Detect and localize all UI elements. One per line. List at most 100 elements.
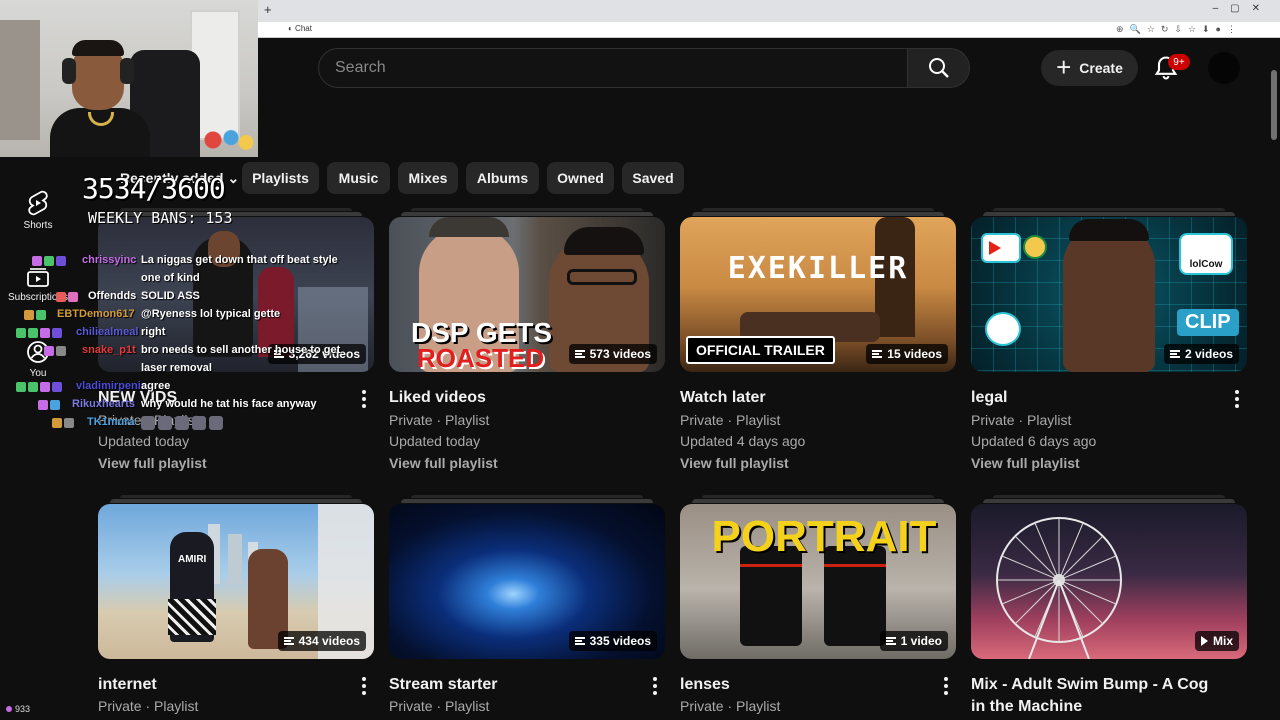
create-label: Create <box>1079 60 1123 76</box>
thumbnail-text: OFFICIAL TRAILER <box>686 336 835 364</box>
browser-chat-button[interactable]: ◐ Chat <box>288 24 618 33</box>
chat-message: EBTDemon617 @Ryeness lol typical gette <box>24 308 360 326</box>
chip-mixes[interactable]: Mixes <box>398 162 458 194</box>
new-tab-icon[interactable]: + <box>264 2 272 17</box>
stream-counter: 3534/3600 <box>82 172 226 205</box>
playlist-updated: Updated 4 days ago <box>680 433 806 449</box>
video-count: 573 videos <box>568 344 657 364</box>
browser-toolbar: ⊕🔍☆↻⇩☆⬇●⋮ ◐ Chat <box>258 22 1280 38</box>
page-scrollbar[interactable] <box>1270 40 1278 720</box>
chip-owned[interactable]: Owned <box>547 162 614 194</box>
thumbnail-text: CLIP <box>1177 309 1239 336</box>
window-controls[interactable]: –▢✕ <box>1213 3 1272 14</box>
view-full-playlist-link[interactable]: View full playlist <box>389 455 498 471</box>
playlist-meta: Private · Playlist <box>389 412 490 428</box>
chat-message: TK1mura <box>30 416 360 434</box>
playlist-thumbnail[interactable]: Mix <box>971 504 1247 659</box>
playlist-meta: Private · Playlist <box>971 412 1072 428</box>
playlist-icon <box>283 637 294 645</box>
playlist-icon <box>872 350 883 358</box>
avatar[interactable] <box>1208 52 1240 84</box>
chat-message-cont: one of kind <box>141 272 200 284</box>
playlist-title[interactable]: Mix - Adult Swim Bump - A Cog in the Mac… <box>971 674 1221 718</box>
playlist-card-internet[interactable]: AMIRI 434 videos internet Private · Play… <box>98 495 374 714</box>
playlist-updated: Updated today <box>389 433 481 449</box>
chip-albums[interactable]: Albums <box>466 162 539 194</box>
thumbnail-text: lolCow <box>1179 233 1233 275</box>
notification-badge: 9+ <box>1168 54 1190 70</box>
playlist-card-mix[interactable]: Mix Mix - Adult Swim Bump - A Cog in the… <box>971 495 1247 715</box>
thumbnail-text: EXEKILLER <box>727 251 909 286</box>
playlist-title[interactable]: Watch later <box>680 387 930 409</box>
playlist-card-legal[interactable]: lolCow CLIP 2 videos legal Private · Pla… <box>971 208 1247 471</box>
plus-icon: + <box>1056 51 1072 82</box>
playlist-thumbnail[interactable]: AMIRI 434 videos <box>98 504 374 659</box>
video-count: 335 videos <box>568 631 657 651</box>
playlist-thumbnail[interactable]: DSP GETS ROASTED 573 videos <box>389 217 665 372</box>
playlist-thumbnail[interactable]: PORTRAIT 1 video <box>680 504 956 659</box>
playlist-meta: Private · Playlist <box>680 412 781 428</box>
sidebar-label-shorts: Shorts <box>23 220 53 231</box>
thumbnail-text: AMIRI <box>178 554 207 565</box>
emote-row <box>141 416 223 430</box>
playlist-updated: Updated today <box>98 433 190 449</box>
more-options-icon[interactable] <box>936 676 956 696</box>
screen: + –▢✕ ⊕🔍☆↻⇩☆⬇●⋮ ◐ Chat + Create 9+ Short… <box>0 0 1280 720</box>
chip-music[interactable]: Music <box>327 162 390 194</box>
viewer-count: 933 <box>6 704 30 714</box>
playlist-thumbnail[interactable]: lolCow CLIP 2 videos <box>971 217 1247 372</box>
search-button[interactable] <box>907 48 970 88</box>
view-full-playlist-link[interactable]: View full playlist <box>98 455 207 471</box>
browser-tool-icons[interactable]: ⊕🔍☆↻⇩☆⬇●⋮ <box>1116 24 1242 35</box>
playlist-card-stream-starter[interactable]: 335 videos Stream starter Private · Play… <box>389 495 665 714</box>
chat-message: chrissyinc La niggas get down that off b… <box>30 254 360 272</box>
view-full-playlist-link[interactable]: View full playlist <box>680 455 789 471</box>
thumbnail-text: ROASTED <box>417 343 545 372</box>
shorts-icon <box>28 190 48 216</box>
playlist-icon <box>574 350 585 358</box>
chat-message: Rikuxhearts why would he tat his face an… <box>30 398 360 416</box>
webcam-feed <box>0 0 258 157</box>
video-count: 2 videos <box>1163 344 1239 364</box>
playlist-thumbnail[interactable]: EXEKILLER OFFICIAL TRAILER 15 videos <box>680 217 956 372</box>
video-count: 434 videos <box>277 631 366 651</box>
playlist-meta: Private · Playlist <box>389 698 490 714</box>
chat-message-cont: laser removal <box>141 362 212 374</box>
video-count: 1 video <box>879 631 948 651</box>
playlist-meta: Private · Playlist <box>680 698 781 714</box>
sidebar-item-shorts[interactable]: Shorts <box>6 190 70 231</box>
chat-message: Offendds SOLID ASS <box>30 290 360 308</box>
search-input[interactable] <box>319 49 907 87</box>
playlist-card-lenses[interactable]: PORTRAIT 1 video lenses Private · Playli… <box>680 495 956 714</box>
search-icon <box>928 58 949 78</box>
playlist-title[interactable]: internet <box>98 674 348 696</box>
playlist-icon <box>885 637 896 645</box>
create-button[interactable]: + Create <box>1041 50 1138 86</box>
ferris-wheel-icon <box>996 517 1122 659</box>
playlist-icon <box>574 637 585 645</box>
more-options-icon[interactable] <box>645 676 665 696</box>
weekly-bans: WEEKLY BANS: 153 <box>88 209 233 227</box>
chip-saved[interactable]: Saved <box>622 162 684 194</box>
playlist-title[interactable]: lenses <box>680 674 930 696</box>
playlist-title[interactable]: legal <box>971 387 1221 409</box>
view-full-playlist-link[interactable]: View full playlist <box>971 455 1080 471</box>
chip-playlists[interactable]: Playlists <box>242 162 319 194</box>
chat-message: snake_p1t bro needs to sell another hous… <box>30 344 360 362</box>
playlist-title[interactable]: Stream starter <box>389 674 639 696</box>
browser-tab-strip: + –▢✕ <box>258 0 1280 22</box>
chat-message: vladimirpenis agree <box>16 380 360 398</box>
video-count: Mix <box>1194 631 1239 651</box>
playlist-icon <box>1169 350 1180 358</box>
more-options-icon[interactable] <box>1227 389 1247 409</box>
video-count: 15 videos <box>866 344 948 364</box>
search-input-wrapper[interactable] <box>318 48 908 88</box>
chat-message: chiliealmeal right <box>16 326 360 344</box>
playlist-card-watch-later[interactable]: EXEKILLER OFFICIAL TRAILER 15 videos Wat… <box>680 208 956 471</box>
playlist-card-liked-videos[interactable]: DSP GETS ROASTED 573 videos Liked videos… <box>389 208 665 471</box>
mix-icon <box>1200 636 1208 646</box>
playlist-title[interactable]: Liked videos <box>389 387 639 409</box>
more-options-icon[interactable] <box>354 676 374 696</box>
playlist-updated: Updated 6 days ago <box>971 433 1097 449</box>
playlist-thumbnail[interactable]: 335 videos <box>389 504 665 659</box>
